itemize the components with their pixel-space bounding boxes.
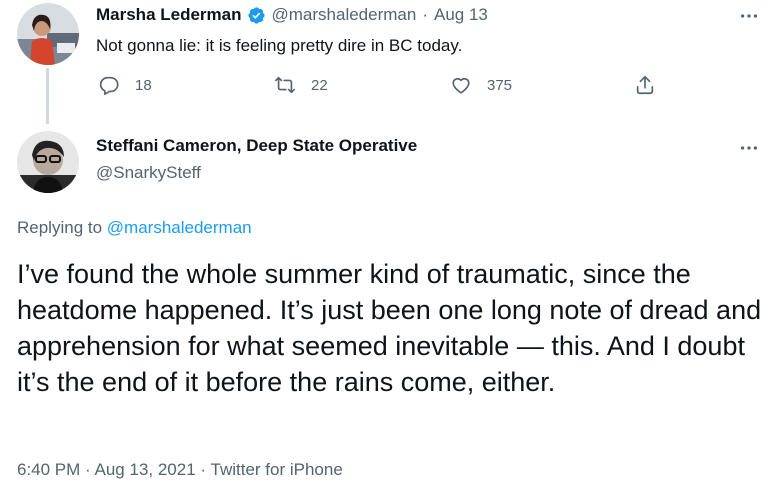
avatar-photo	[17, 3, 79, 65]
reply-count: 18	[135, 76, 152, 94]
tweet-full-date[interactable]: Aug 13, 2021	[95, 460, 196, 479]
tweet-source: Twitter for iPhone	[210, 460, 343, 479]
speech-bubble-icon	[99, 76, 119, 95]
replying-to-label: Replying to	[17, 218, 103, 237]
share-upload-icon	[636, 75, 654, 95]
more-dots-icon	[740, 146, 758, 150]
reply-tweet-text: I’ve found the whole summer kind of trau…	[17, 259, 762, 397]
avatar-photo	[17, 131, 79, 193]
reply-button[interactable]: 18	[98, 74, 152, 96]
more-options-button[interactable]	[738, 5, 760, 27]
meta-separator: ·	[200, 460, 207, 479]
avatar-marsha-lederman[interactable]	[17, 3, 79, 65]
share-button[interactable]	[634, 74, 656, 96]
reply-author-handle[interactable]: @SnarkySteff	[96, 163, 201, 183]
header-separator: ·	[422, 5, 428, 24]
heart-icon	[452, 77, 470, 94]
tweet-time[interactable]: 6:40 PM	[17, 460, 80, 479]
parent-tweet-header: Marsha Lederman @marshalederman · Aug 13	[96, 5, 488, 25]
verified-badge-icon	[247, 6, 266, 25]
parent-author-handle[interactable]: @marshalederman	[272, 5, 417, 25]
avatar-steffani-cameron[interactable]	[17, 131, 79, 193]
replying-to-link[interactable]: @marshalederman	[107, 218, 252, 237]
reply-author-name[interactable]: Steffani Cameron, Deep State Operative	[96, 136, 417, 156]
parent-author-name[interactable]: Marsha Lederman	[96, 5, 242, 25]
tweet-metadata: 6:40 PM · Aug 13, 2021 · Twitter for iPh…	[17, 460, 343, 480]
like-count: 375	[487, 76, 513, 94]
more-dots-icon	[740, 14, 758, 18]
parent-tweet-date[interactable]: Aug 13	[434, 5, 488, 25]
retweet-arrows-icon	[275, 76, 295, 94]
retweet-button[interactable]: 22	[274, 74, 328, 96]
like-button[interactable]: 375	[450, 74, 512, 96]
more-options-button[interactable]	[738, 137, 760, 159]
parent-tweet-actions: 18 22 375	[96, 74, 666, 100]
parent-tweet-text: Not gonna lie: it is feeling pretty dire…	[96, 36, 463, 55]
thread-connector-line	[46, 68, 49, 124]
replying-to-line: Replying to @marshalederman	[17, 218, 252, 238]
meta-separator: ·	[85, 460, 91, 479]
retweet-count: 22	[311, 76, 328, 94]
